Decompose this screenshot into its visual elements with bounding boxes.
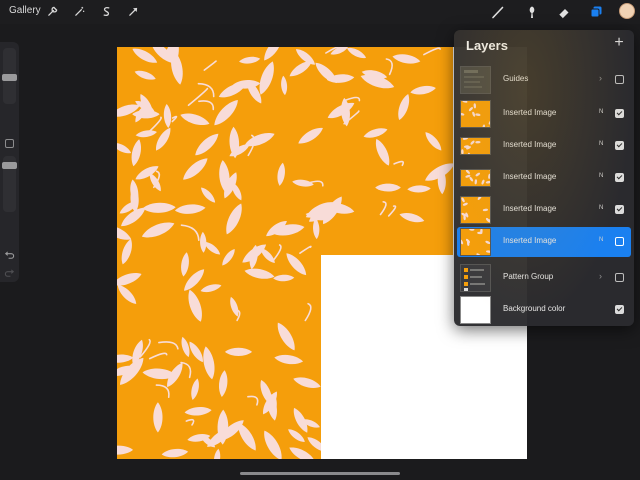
layer-row-inserted-image[interactable]: Inserted Image N: [457, 131, 631, 161]
layer-visibility-checkbox[interactable]: [615, 173, 624, 182]
layer-visibility-checkbox[interactable]: [615, 305, 624, 314]
brush-size-thumb[interactable]: [2, 74, 17, 81]
layer-thumbnail: [460, 169, 491, 187]
layer-thumbnail: [460, 137, 491, 155]
transform-arrow-icon[interactable]: [126, 4, 141, 19]
thumbnail-leaf: [461, 197, 465, 203]
background-color-swatch[interactable]: [460, 296, 491, 324]
wrench-icon[interactable]: [45, 4, 60, 19]
thumbnail-leaf: [475, 140, 481, 144]
thumbnail-leaf: [485, 180, 490, 184]
layer-row-pattern-group[interactable]: Pattern Group ›: [457, 263, 631, 293]
thumbnail-leaf: [477, 197, 482, 200]
blend-mode-label[interactable]: N: [599, 205, 603, 211]
layer-row-inserted-image[interactable]: Inserted Image N: [457, 195, 631, 225]
thumbnail-leaf: [465, 170, 470, 174]
layer-row-inserted-image[interactable]: Inserted Image N: [457, 99, 631, 129]
layer-row-inserted-image[interactable]: Inserted Image N: [457, 163, 631, 193]
layer-visibility-checkbox[interactable]: [615, 237, 624, 246]
thumbnail-leaf: [472, 111, 476, 117]
selection-icon[interactable]: [99, 4, 114, 19]
modify-button[interactable]: [5, 139, 14, 148]
thumbnail-leaf: [482, 124, 485, 127]
opacity-thumb[interactable]: [2, 162, 17, 169]
layer-name: Inserted Image: [503, 236, 557, 245]
blend-mode-label[interactable]: N: [599, 237, 603, 243]
color-swatch[interactable]: [619, 3, 635, 19]
thumbnail-leaf: [488, 173, 490, 179]
layers-panel: Layers + Guides › Inserted Image N Inser…: [454, 30, 634, 326]
layer-name: Inserted Image: [503, 172, 557, 181]
opacity-slider[interactable]: [2, 156, 17, 212]
layer-name: Inserted Image: [503, 204, 557, 213]
undo-icon[interactable]: [4, 248, 15, 266]
layer-row-guides[interactable]: Guides ›: [457, 65, 631, 95]
chevron-right-icon[interactable]: ›: [599, 74, 602, 83]
layer-name: Inserted Image: [503, 108, 557, 117]
layer-visibility-checkbox[interactable]: [615, 141, 624, 150]
thumbnail-leaf: [475, 113, 481, 116]
layers-panel-title: Layers: [466, 38, 508, 53]
thumbnail-leaf: [482, 208, 488, 212]
redo-icon[interactable]: [4, 266, 15, 284]
thumbnail-leaf: [485, 240, 490, 244]
layer-row-background-color[interactable]: Background color: [457, 295, 631, 325]
thumbnail-leaf: [489, 170, 490, 173]
layer-visibility-checkbox[interactable]: [615, 273, 624, 282]
thumbnail-leaf: [486, 250, 490, 253]
thumbnail-leaf: [489, 152, 490, 154]
layer-name: Background color: [503, 304, 566, 313]
thumbnail-leaf: [462, 202, 468, 206]
blend-mode-label[interactable]: N: [599, 141, 603, 147]
layer-name: Pattern Group: [503, 272, 554, 281]
thumbnail-leaf: [475, 172, 481, 177]
thumbnail-leaf: [470, 140, 475, 145]
layer-thumbnail: [460, 66, 491, 94]
home-indicator: [240, 472, 400, 475]
smudge-icon[interactable]: [524, 4, 539, 19]
gallery-button[interactable]: Gallery: [9, 5, 41, 16]
add-layer-button[interactable]: +: [611, 35, 627, 51]
layer-thumbnail: [460, 100, 491, 128]
brush-size-slider[interactable]: [2, 48, 17, 104]
thumbnail-leaf: [481, 179, 485, 185]
thumbnail-leaf: [461, 149, 464, 154]
thumbnail-leaf: [488, 119, 490, 125]
layer-thumbnail: [460, 228, 491, 256]
thumbnail-leaf: [461, 239, 464, 245]
layer-thumbnail: [460, 196, 491, 224]
blend-mode-label[interactable]: N: [599, 109, 603, 115]
thumbnail-leaf: [468, 107, 473, 112]
thumbnail-leaf: [469, 176, 474, 182]
top-toolbar: Gallery: [0, 0, 640, 24]
layer-visibility-checkbox[interactable]: [615, 75, 624, 84]
thumbnail-leaf: [474, 179, 478, 185]
brush-icon[interactable]: [490, 4, 505, 19]
magic-wand-icon[interactable]: [72, 4, 87, 19]
eraser-icon[interactable]: [556, 4, 571, 19]
left-sidebar: [0, 42, 19, 282]
layer-thumbnail: [460, 264, 491, 292]
layer-row-inserted-image-selected[interactable]: Inserted Image N: [457, 227, 631, 257]
chevron-right-icon[interactable]: ›: [599, 272, 602, 281]
layers-icon[interactable]: [588, 4, 603, 19]
thumbnail-leaf: [476, 253, 481, 255]
layer-name: Inserted Image: [503, 140, 557, 149]
thumbnail-leaf: [473, 103, 477, 109]
thumbnail-leaf: [462, 138, 468, 140]
layer-visibility-checkbox[interactable]: [615, 205, 624, 214]
thumbnail-leaf: [462, 101, 468, 103]
layer-visibility-checkbox[interactable]: [615, 109, 624, 118]
layer-name: Guides: [503, 74, 529, 83]
thumbnail-leaf: [469, 229, 475, 231]
thumbnail-leaf: [461, 112, 465, 116]
blend-mode-label[interactable]: N: [599, 173, 603, 179]
